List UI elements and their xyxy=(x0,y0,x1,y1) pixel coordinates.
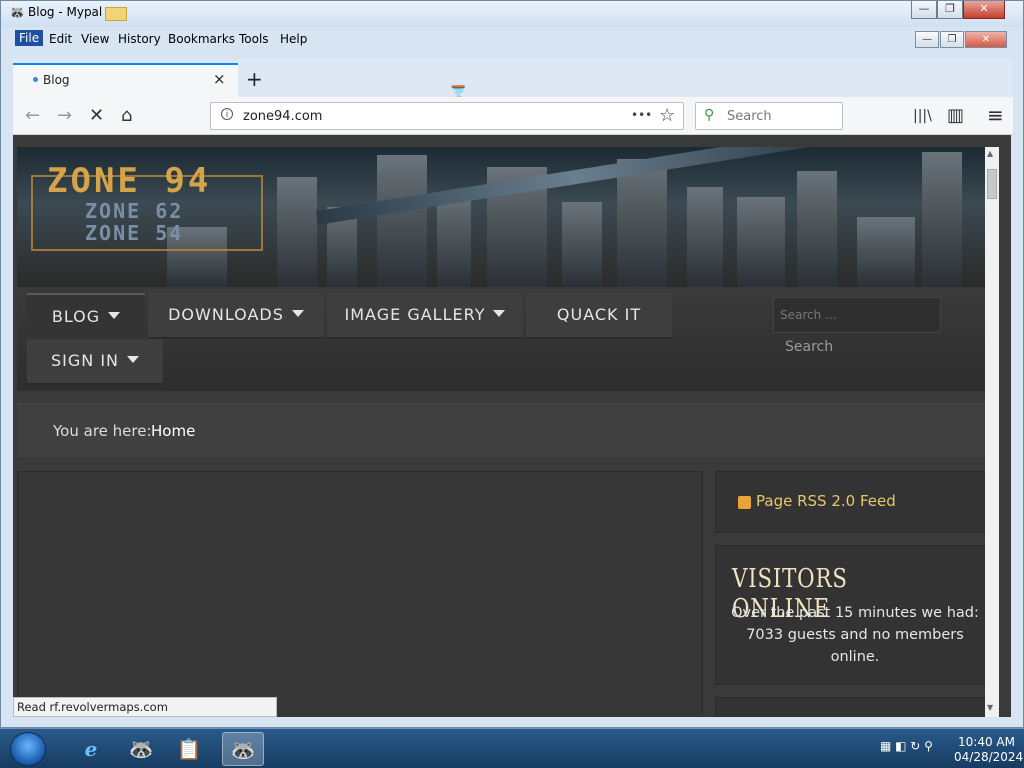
url-bar[interactable]: i zone94.com ••• ☆ xyxy=(210,102,684,130)
tab-close-icon[interactable]: × xyxy=(213,70,226,88)
site-search-button[interactable]: Search xyxy=(785,339,833,355)
search-placeholder[interactable]: Search xyxy=(727,109,772,124)
search-box[interactable]: ⚲ Search xyxy=(695,102,843,130)
web-page: ZONE 94 ZONE 62 ZONE 54 BLOG DOWNLOADS I… xyxy=(13,135,1011,717)
inner-restore-button[interactable]: ❐ xyxy=(940,31,964,48)
page-scrollbar[interactable]: ▲ ▼ xyxy=(985,147,999,717)
menu-bar: File Edit View History Bookmarks Tools H… xyxy=(13,29,1013,51)
scroll-up-icon[interactable]: ▲ xyxy=(987,149,993,158)
rss-icon xyxy=(738,496,751,509)
site-menu-sign-in[interactable]: SIGN IN xyxy=(27,339,163,385)
taskbar-active-window[interactable]: 🦝 xyxy=(222,732,264,766)
site-logo-sub1: ZONE 62 xyxy=(85,199,184,223)
system-tray[interactable]: ▦ ◧ ↻ ⚲ xyxy=(880,739,933,753)
window-title: Blog - Mypal xyxy=(28,5,103,19)
site-nav: BLOG DOWNLOADS IMAGE GALLERY QUACK IT SI… xyxy=(17,287,991,391)
menu-edit[interactable]: Edit xyxy=(49,32,72,46)
caret-down-icon xyxy=(493,310,506,317)
next-module xyxy=(715,697,991,717)
menu-history[interactable]: History xyxy=(118,32,161,46)
site-menu-blog-label: BLOG xyxy=(51,307,101,326)
bookmark-star-icon[interactable]: ☆ xyxy=(659,105,675,126)
taskbar: e 🦝 📋 🦝 ▦ ◧ ↻ ⚲ 10:40 AM 04/28/2024 xyxy=(0,728,1024,768)
menu-tools[interactable]: Tools xyxy=(239,32,269,46)
taskbar-notes-icon[interactable]: 📋 xyxy=(168,732,210,766)
site-menu-quack-it-label: QUACK IT xyxy=(556,305,642,324)
sidebar-icon[interactable]: ▥ xyxy=(947,105,964,126)
scroll-down-icon[interactable]: ▼ xyxy=(987,703,993,712)
site-menu-image-gallery-label: IMAGE GALLERY xyxy=(344,305,486,324)
site-logo-sub2: ZONE 54 xyxy=(85,221,184,245)
info-icon[interactable]: i xyxy=(221,108,233,120)
inner-minimize-button[interactable]: — xyxy=(915,31,939,48)
menu-help[interactable]: Help xyxy=(280,32,307,46)
menu-view[interactable]: View xyxy=(81,32,109,46)
site-menu-quack-it[interactable]: QUACK IT xyxy=(526,293,672,339)
breadcrumb: You are here: Home xyxy=(17,403,991,457)
stop-icon[interactable]: ✕ xyxy=(89,105,104,126)
app-icon: 🦝 xyxy=(9,6,26,21)
site-menu-downloads-label: DOWNLOADS xyxy=(168,305,284,324)
site-menu-image-gallery[interactable]: IMAGE GALLERY xyxy=(327,293,523,339)
forward-icon[interactable]: → xyxy=(57,105,72,126)
clock-time[interactable]: 10:40 AM xyxy=(958,735,1015,749)
inner-close-button[interactable]: ✕ xyxy=(965,31,1007,48)
caret-down-icon xyxy=(127,356,139,363)
back-icon[interactable]: ← xyxy=(25,105,40,126)
site-search-input[interactable]: Search ... xyxy=(773,297,941,333)
browser-window: 🦝 Blog - Mypal — ❐ ✕ File Edit View Hist… xyxy=(0,0,1024,728)
home-icon[interactable]: ⌂ xyxy=(121,105,132,126)
tab-blog[interactable]: Blog × xyxy=(13,63,238,97)
main-content xyxy=(17,471,703,717)
folder-icon xyxy=(105,7,127,21)
new-tab-button[interactable]: + xyxy=(246,67,263,91)
site-banner: ZONE 94 ZONE 62 ZONE 54 xyxy=(17,147,991,287)
start-button[interactable] xyxy=(10,732,46,766)
tab-label: Blog xyxy=(43,73,70,87)
rss-module: Page RSS 2.0 Feed xyxy=(715,471,991,533)
breadcrumb-label: You are here: xyxy=(53,422,152,440)
rss-feed-link[interactable]: Page RSS 2.0 Feed xyxy=(756,492,896,510)
tab-loading-icon xyxy=(33,77,38,82)
tab-strip: Blog × + ⌛ xyxy=(13,59,1013,106)
site-logo-main[interactable]: ZONE 94 xyxy=(47,161,211,201)
taskbar-mypal-icon[interactable]: 🦝 xyxy=(120,732,162,766)
page-actions-icon[interactable]: ••• xyxy=(631,108,652,122)
minimize-button[interactable]: — xyxy=(911,1,937,19)
visitors-module: VISITORS ONLINE Over the past 15 minutes… xyxy=(715,545,991,685)
library-icon[interactable]: |||\ xyxy=(913,108,932,124)
breadcrumb-home-link[interactable]: Home xyxy=(151,422,195,440)
title-bar[interactable]: 🦝 Blog - Mypal — ❐ ✕ xyxy=(1,1,1023,27)
site-menu-downloads[interactable]: DOWNLOADS xyxy=(148,293,324,339)
caret-down-icon xyxy=(291,310,304,317)
site-menu-blog[interactable]: BLOG xyxy=(27,293,145,341)
menu-bookmarks[interactable]: Bookmarks xyxy=(168,32,235,46)
visitors-text: Over the past 15 minutes we had: 7033 gu… xyxy=(731,605,979,665)
url-text[interactable]: zone94.com xyxy=(243,109,322,124)
search-icon: ⚲ xyxy=(704,107,715,123)
maximize-button[interactable]: ❐ xyxy=(937,1,963,19)
status-text: Read rf.revolvermaps.com xyxy=(13,697,277,717)
scroll-thumb[interactable] xyxy=(987,169,997,199)
caret-down-icon xyxy=(108,312,121,319)
close-button[interactable]: ✕ xyxy=(963,1,1005,19)
navigation-toolbar: ← → ✕ ⌂ i zone94.com ••• ☆ ⚲ Search |||\… xyxy=(13,97,1013,135)
menu-file[interactable]: File xyxy=(15,30,44,46)
site-menu-sign-in-label: SIGN IN xyxy=(50,351,119,370)
hamburger-menu-icon[interactable]: ≡ xyxy=(987,103,1004,127)
clock-date[interactable]: 04/28/2024 xyxy=(954,750,1023,764)
taskbar-ie-icon[interactable]: e xyxy=(70,732,112,766)
